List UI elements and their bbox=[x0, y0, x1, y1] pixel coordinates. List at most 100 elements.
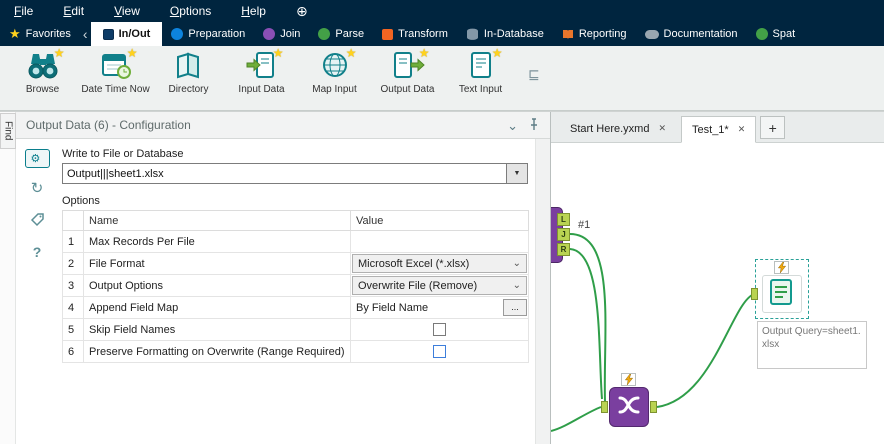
option-name: Append Field Map bbox=[84, 297, 351, 319]
workflow-tab-label: Test_1* bbox=[692, 124, 729, 136]
join-label: Join bbox=[280, 28, 300, 40]
help-question-icon[interactable]: ? bbox=[25, 239, 50, 264]
in-out-label: In/Out bbox=[119, 28, 151, 40]
output-options-value: Overwrite File (Remove) bbox=[358, 280, 477, 292]
output-path-input[interactable] bbox=[62, 163, 507, 184]
favorites-label: Favorites bbox=[26, 28, 71, 40]
favorite-star-icon: ★ bbox=[419, 46, 430, 60]
preserve-formatting-checkbox[interactable] bbox=[433, 345, 446, 358]
output-options-select[interactable]: Overwrite File (Remove) ⌄ bbox=[352, 276, 527, 295]
collapse-chevron-icon[interactable]: ⌄ bbox=[507, 119, 518, 132]
preparation-icon bbox=[171, 28, 183, 40]
tab-join[interactable]: Join bbox=[254, 22, 309, 46]
menu-edit[interactable]: Edit bbox=[63, 4, 84, 18]
navigation-icon[interactable]: ↻ bbox=[25, 175, 50, 200]
favorite-star-icon: ★ bbox=[492, 46, 503, 60]
union-tool[interactable] bbox=[609, 387, 649, 427]
tool-map-input[interactable]: ★ Map Input bbox=[298, 51, 371, 96]
join-output-anchor-r[interactable]: R bbox=[557, 243, 570, 256]
workflow-tab-start-here[interactable]: Start Here.yxmd ✕ bbox=[559, 115, 677, 142]
spatial-icon bbox=[756, 28, 768, 40]
connection-annotation: #1 bbox=[578, 219, 590, 231]
in-database-icon bbox=[466, 28, 479, 41]
tab-in-database[interactable]: In-Database bbox=[457, 22, 553, 46]
path-dropdown-button[interactable]: ▼ bbox=[507, 163, 528, 184]
append-field-map-ellipsis-button[interactable]: ... bbox=[503, 299, 527, 316]
tab-in-out[interactable]: In/Out bbox=[91, 22, 163, 46]
max-records-input[interactable] bbox=[352, 232, 527, 251]
annotation-tag-icon[interactable] bbox=[25, 207, 50, 232]
favorite-star-icon: ★ bbox=[346, 46, 357, 60]
tool-label: Browse bbox=[26, 84, 59, 96]
chevron-down-icon: ⌄ bbox=[513, 281, 521, 291]
tool-directory[interactable]: Directory bbox=[152, 51, 225, 96]
config-icon-strip: ⚙ ↻ ? bbox=[16, 139, 58, 444]
table-row: 2 File Format Microsoft Excel (*.xlsx) ⌄ bbox=[63, 253, 529, 275]
close-icon[interactable]: ✕ bbox=[738, 124, 746, 135]
option-name: Output Options bbox=[84, 275, 351, 297]
lightning-badge-icon bbox=[621, 373, 636, 386]
option-name: Max Records Per File bbox=[84, 231, 351, 253]
tab-spatial[interactable]: Spat bbox=[747, 22, 805, 46]
tool-category-ribbon: ★ Favorites ‹ In/Out Preparation Join Pa… bbox=[0, 22, 884, 46]
tab-documentation[interactable]: Documentation bbox=[636, 22, 747, 46]
tab-favorites[interactable]: ★ Favorites bbox=[0, 22, 80, 46]
pin-icon[interactable] bbox=[528, 118, 540, 133]
workflow-tab-test1[interactable]: Test_1* ✕ bbox=[681, 116, 756, 143]
join-output-anchor-l[interactable]: L bbox=[557, 213, 570, 226]
close-icon[interactable]: ✕ bbox=[658, 123, 666, 134]
options-table: Name Value 1 Max Records Per File bbox=[62, 210, 529, 363]
globe-icon[interactable]: ⊕ bbox=[296, 4, 308, 18]
workflow-canvas[interactable]: L J R #1 Output Query=sheet1.xlsx bbox=[551, 143, 884, 444]
documentation-icon bbox=[645, 30, 659, 39]
menu-view[interactable]: View bbox=[114, 4, 140, 18]
row-number: 6 bbox=[63, 341, 84, 363]
scroll-left-chevron-icon[interactable]: ‹ bbox=[80, 22, 91, 46]
tool-label: Output Data bbox=[381, 84, 435, 96]
parse-label: Parse bbox=[335, 28, 364, 40]
new-workflow-button[interactable]: + bbox=[760, 116, 785, 139]
option-name: Skip Field Names bbox=[84, 319, 351, 341]
config-content: Write to File or Database ▼ Options Name… bbox=[58, 139, 535, 444]
tool-output-data[interactable]: ★ Output Data bbox=[371, 51, 444, 96]
tool-text-input[interactable]: ★ Text Input bbox=[444, 51, 517, 96]
join-icon bbox=[263, 28, 275, 40]
menu-options[interactable]: Options bbox=[170, 4, 211, 18]
tab-transform[interactable]: Transform bbox=[373, 22, 457, 46]
skip-field-names-checkbox[interactable] bbox=[433, 323, 446, 336]
union-tool-icon bbox=[616, 392, 642, 423]
option-name: File Format bbox=[84, 253, 351, 275]
output-tool-input-anchor[interactable] bbox=[751, 288, 758, 300]
workspace: Find Output Data (6) - Configuration ⌄ ⚙… bbox=[0, 111, 884, 444]
config-scrollbar[interactable] bbox=[535, 139, 550, 444]
union-output-anchor[interactable] bbox=[650, 401, 657, 413]
find-side-tab[interactable]: Find bbox=[0, 113, 16, 149]
configuration-title: Output Data (6) - Configuration bbox=[26, 118, 497, 132]
union-input-anchor[interactable] bbox=[601, 401, 608, 413]
file-format-select[interactable]: Microsoft Excel (*.xlsx) ⌄ bbox=[352, 254, 527, 273]
output-data-tool[interactable] bbox=[762, 275, 802, 313]
documentation-label: Documentation bbox=[664, 28, 738, 40]
directory-icon bbox=[173, 50, 205, 85]
configuration-panel: Output Data (6) - Configuration ⌄ ⚙ ↻ ? … bbox=[16, 112, 551, 444]
configuration-body: ⚙ ↻ ? Write to File or Database ▼ Option… bbox=[16, 139, 550, 444]
tab-parse[interactable]: Parse bbox=[309, 22, 373, 46]
menu-bar: File Edit View Options Help ⊕ bbox=[0, 0, 884, 22]
table-row: 4 Append Field Map By Field Name ... bbox=[63, 297, 529, 319]
output-data-tool-icon bbox=[769, 278, 795, 311]
reporting-label: Reporting bbox=[579, 28, 627, 40]
in-database-label: In-Database bbox=[484, 28, 544, 40]
tool-input-data[interactable]: ★ Input Data bbox=[225, 51, 298, 96]
name-column-header: Name bbox=[84, 211, 351, 231]
output-path-row: ▼ bbox=[62, 163, 528, 184]
menu-help[interactable]: Help bbox=[241, 4, 266, 18]
row-number-header bbox=[63, 211, 84, 231]
tab-reporting[interactable]: Reporting bbox=[553, 22, 636, 46]
settings-gear-icon[interactable]: ⚙ bbox=[25, 149, 50, 168]
tool-date-time-now[interactable]: ★ Date Time Now bbox=[79, 51, 152, 96]
tab-preparation[interactable]: Preparation bbox=[162, 22, 254, 46]
join-output-anchor-j[interactable]: J bbox=[557, 228, 570, 241]
tool-browse[interactable]: ★ Browse bbox=[6, 51, 79, 96]
palette-dock-icon[interactable]: ⊑ bbox=[528, 66, 540, 83]
menu-file[interactable]: File bbox=[14, 4, 33, 18]
